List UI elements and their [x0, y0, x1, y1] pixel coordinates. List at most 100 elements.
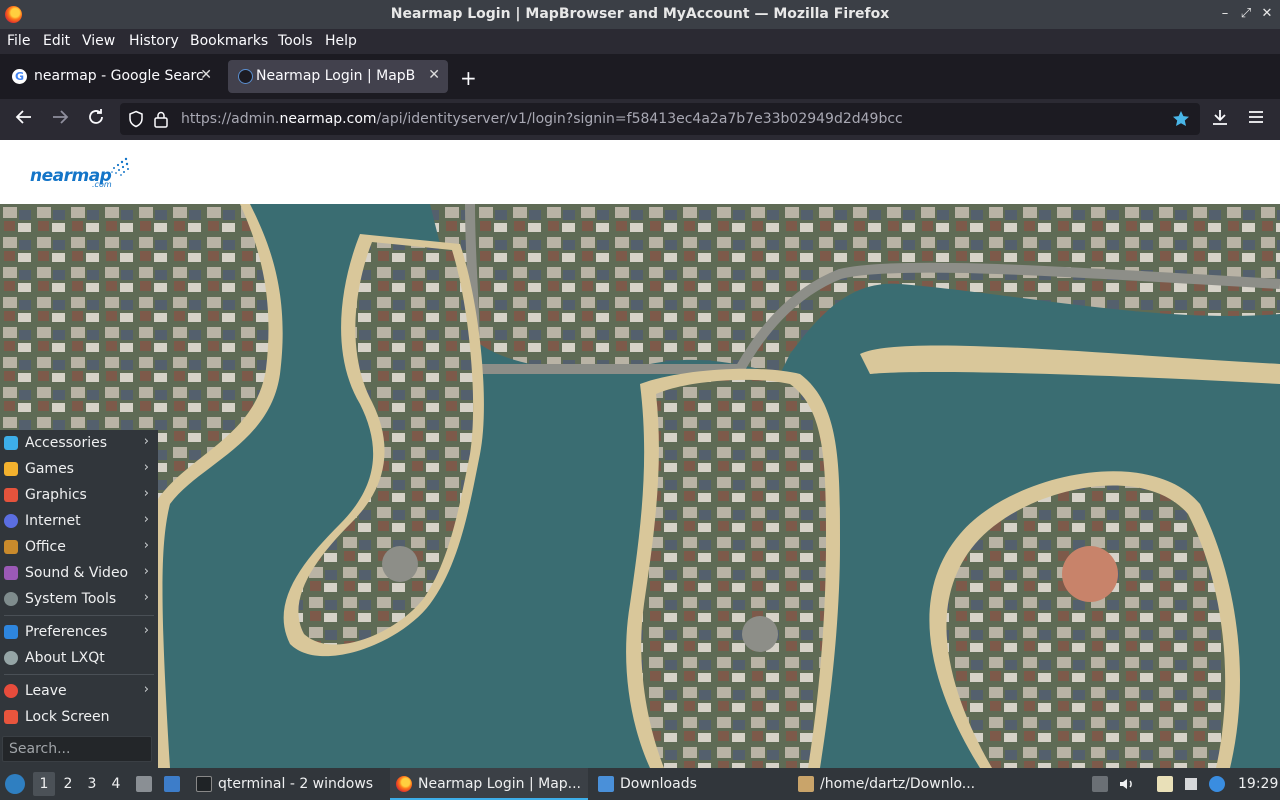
chevron-right-icon: › [143, 538, 149, 553]
window-titlebar: Nearmap Login | MapBrowser and MyAccount… [0, 0, 1280, 29]
terminal-icon [196, 776, 212, 792]
hamburger-menu-icon[interactable] [1244, 107, 1268, 131]
menubar: File Edit View History Bookmarks Tools H… [0, 29, 1280, 54]
nearmap-icon [238, 69, 253, 84]
menu-item-preferences[interactable]: Preferences › [0, 619, 158, 645]
desktop-1[interactable]: 1 [33, 772, 55, 796]
close-tab-icon[interactable]: ✕ [200, 67, 212, 83]
url-domain: nearmap.com [279, 111, 377, 127]
task-firefox[interactable]: Nearmap Login | Map... [390, 768, 588, 800]
forward-icon[interactable] [48, 107, 72, 131]
logo-dots-icon [111, 157, 129, 176]
url-bar[interactable]: https://admin.nearmap.com/api/identityse… [120, 103, 1200, 135]
menu-item-label: Accessories [25, 435, 108, 451]
menu-edit[interactable]: Edit [43, 33, 70, 49]
notification-icon[interactable] [1209, 776, 1225, 792]
chevron-right-icon: › [143, 564, 149, 579]
menu-item-about-lxqt[interactable]: About LXQt [0, 645, 158, 671]
menu-item-label: Office [25, 539, 66, 555]
task-label: qterminal - 2 windows [218, 776, 374, 792]
menu-item-label: Internet [25, 513, 81, 529]
menu-separator [4, 615, 154, 616]
tab-label: Nearmap Login | MapBrowser and MyAccount [256, 68, 416, 84]
back-icon[interactable] [12, 107, 36, 131]
info-icon [4, 651, 18, 665]
close-tab-icon[interactable]: ✕ [428, 67, 440, 83]
menu-view[interactable]: View [82, 33, 115, 49]
tray-up-icon[interactable] [1092, 776, 1108, 792]
system-tools-icon [4, 592, 18, 606]
task-downloads[interactable]: Downloads [592, 768, 788, 800]
url-path: /api/identityserver/v1/login?signin=f584… [376, 111, 903, 127]
menu-item-lock-screen[interactable]: Lock Screen [0, 704, 158, 730]
chevron-right-icon: › [143, 486, 149, 501]
bookmark-star-icon[interactable] [1171, 109, 1191, 133]
url-prefix: https://admin. [181, 111, 280, 127]
internet-icon [4, 514, 18, 528]
new-tab-button[interactable]: + [460, 66, 477, 90]
file-manager-icon[interactable] [164, 776, 180, 792]
google-icon: G [12, 69, 27, 84]
menu-item-leave[interactable]: Leave › [0, 678, 158, 704]
menu-item-office[interactable]: Office › [0, 534, 158, 560]
clipboard-icon[interactable] [1157, 776, 1173, 792]
graphics-icon [4, 488, 18, 502]
download-icon[interactable] [1208, 107, 1232, 131]
menu-history[interactable]: History [129, 33, 179, 49]
shield-icon[interactable] [127, 110, 145, 132]
office-icon [4, 540, 18, 554]
minimize-button[interactable]: – [1215, 5, 1235, 23]
chevron-right-icon: › [143, 460, 149, 475]
reload-icon[interactable] [84, 107, 108, 131]
menu-item-label: About LXQt [25, 650, 105, 666]
maximize-button[interactable]: ⤢ [1236, 5, 1256, 23]
menu-item-label: Sound & Video [25, 565, 129, 581]
menu-item-label: Leave [25, 683, 67, 699]
task-label: /home/dartz/Downlo... [820, 776, 976, 792]
desktop-2[interactable]: 2 [57, 772, 79, 796]
close-window-button[interactable]: ✕ [1257, 5, 1277, 23]
menu-item-internet[interactable]: Internet › [0, 508, 158, 534]
tab-google-search[interactable]: G nearmap - Google Search ✕ [2, 60, 222, 93]
start-menu: Accessories › Games › Graphics › Interne… [0, 430, 158, 768]
task-archive[interactable]: /home/dartz/Downlo... [792, 768, 988, 800]
menu-item-games[interactable]: Games › [0, 456, 158, 482]
menu-item-sound-video[interactable]: Sound & Video › [0, 560, 158, 586]
menu-tools[interactable]: Tools [278, 33, 313, 49]
lock-icon[interactable] [153, 110, 169, 132]
task-label: Nearmap Login | Map... [418, 776, 582, 792]
menu-file[interactable]: File [7, 33, 30, 49]
window-title: Nearmap Login | MapBrowser and MyAccount… [390, 6, 890, 22]
accessories-icon [4, 436, 18, 450]
menu-item-label: Games [25, 461, 74, 477]
games-icon [4, 462, 18, 476]
tab-label: nearmap - Google Search [34, 68, 204, 84]
clock[interactable]: 19:29 [1238, 768, 1278, 800]
menu-item-label: Preferences [25, 624, 108, 640]
menu-item-graphics[interactable]: Graphics › [0, 482, 158, 508]
show-desktop-icon[interactable] [136, 776, 152, 792]
task-label: Downloads [620, 776, 697, 792]
sound-video-icon [4, 566, 18, 580]
desktop-4[interactable]: 4 [105, 772, 127, 796]
lock-screen-icon [4, 710, 18, 724]
chevron-right-icon: › [143, 512, 149, 527]
menu-help[interactable]: Help [325, 33, 357, 49]
menu-bookmarks[interactable]: Bookmarks [190, 33, 268, 49]
menu-item-system-tools[interactable]: System Tools › [0, 586, 158, 612]
page-header: nearmap .com [0, 140, 1280, 204]
desktop-3[interactable]: 3 [81, 772, 103, 796]
url-text[interactable]: https://admin.nearmap.com/api/identityse… [181, 111, 903, 127]
volume-icon[interactable] [1118, 775, 1136, 797]
tab-nearmap-login[interactable]: Nearmap Login | MapBrowser and MyAccount… [228, 60, 448, 93]
menu-search-input[interactable] [2, 736, 152, 762]
task-qterminal[interactable]: qterminal - 2 windows [190, 768, 385, 800]
lxqt-start-icon[interactable] [5, 774, 25, 794]
menu-item-accessories[interactable]: Accessories › [0, 430, 158, 456]
firefox-icon [396, 776, 412, 792]
network-icon[interactable] [1183, 776, 1199, 792]
menu-item-label: Lock Screen [25, 709, 110, 725]
folder-icon [598, 776, 614, 792]
taskbar: 1 2 3 4 qterminal - 2 windows Nearmap Lo… [0, 768, 1280, 800]
chevron-right-icon: › [143, 434, 149, 449]
